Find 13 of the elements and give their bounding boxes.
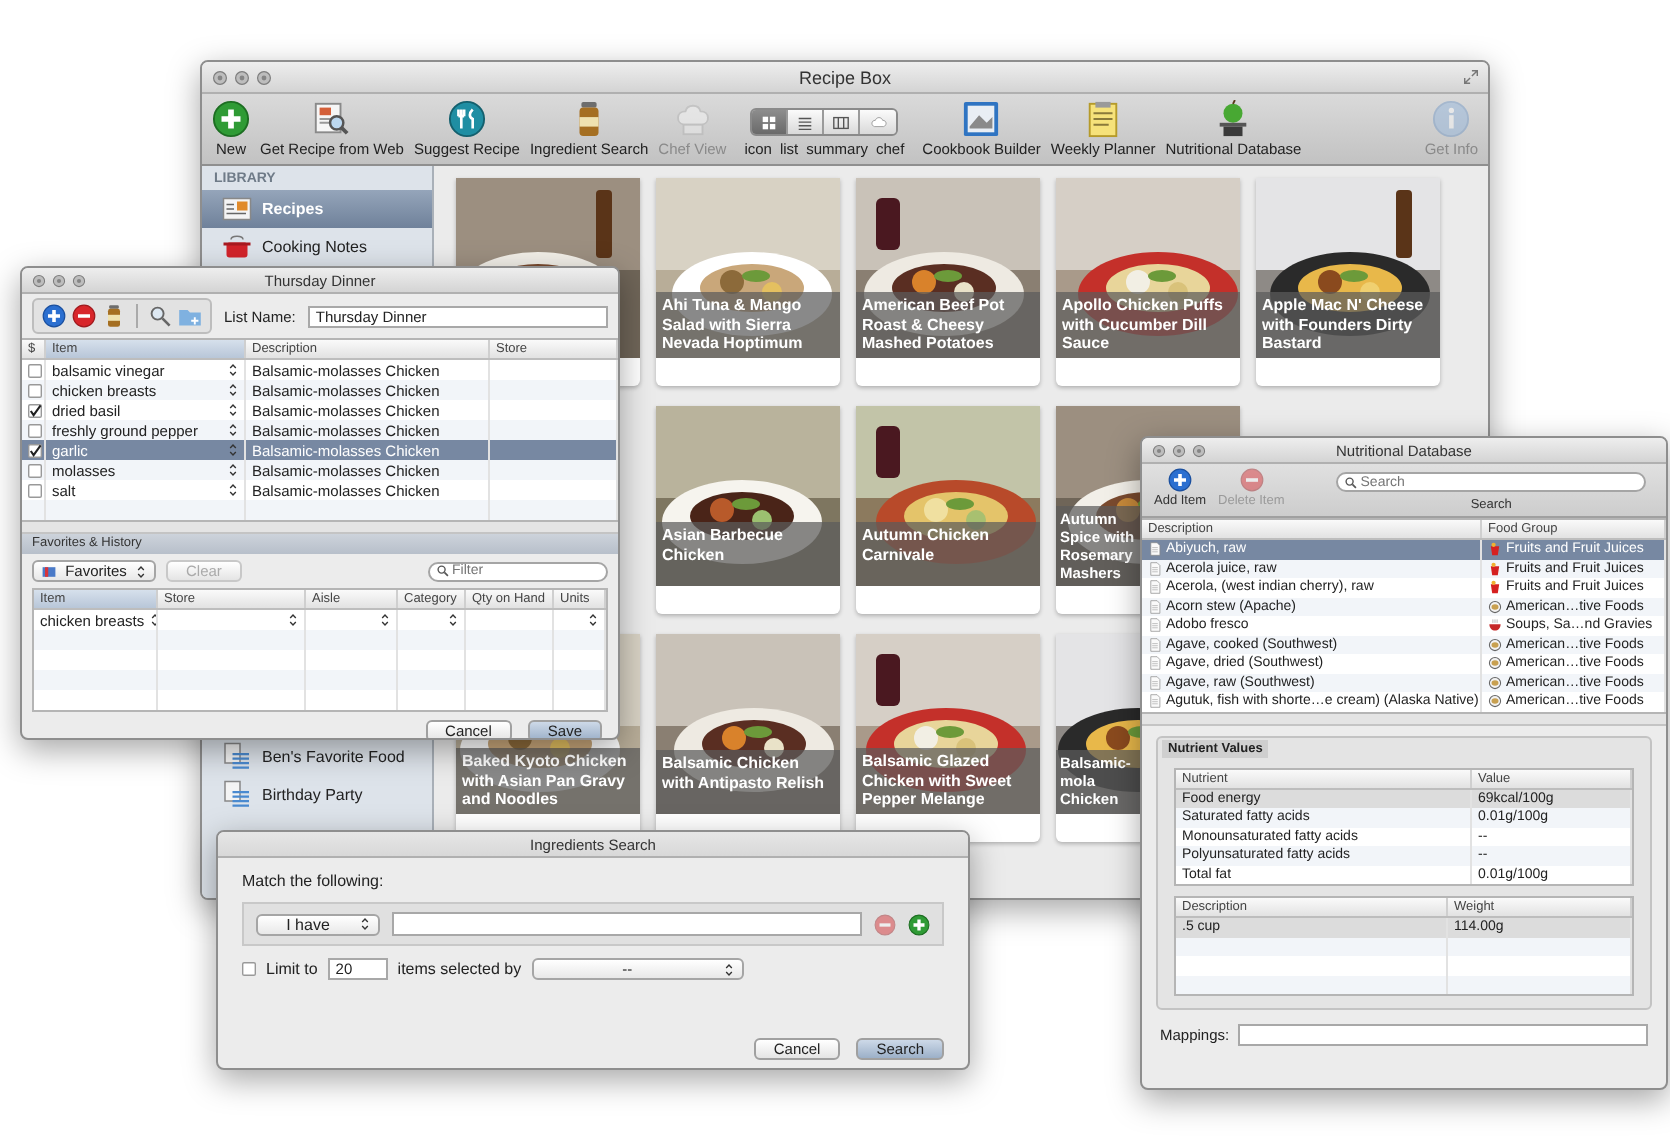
recipe-title: Apple Mac N' Cheese with Founders Dirty Bastard	[1256, 292, 1440, 358]
recipe-title: Balsamic Chicken with Antipasto Relish	[656, 750, 840, 814]
checkbox-label: Limit to	[266, 960, 318, 978]
field-label: items selected by	[397, 960, 522, 978]
recipe-title: Ahi Tuna & Mango Salad with Sierra Nevada Hoptimum	[656, 292, 840, 358]
recipe-title: Balsamic Glazed Chicken with Sweet Pepper Melange	[856, 748, 1040, 814]
recipe-title: Asian Barbecue Chicken	[656, 522, 840, 586]
prompt-text: Match the following:	[242, 872, 386, 890]
recipe-title: Baked Kyoto Chicken with Asian Pan Gravy and Noodles	[456, 748, 640, 814]
recipe-title: Apollo Chicken Puffs with Cucumber Dill Sauce	[1056, 292, 1240, 358]
window-title: Recipe Box	[798, 67, 892, 87]
recipe-title: American Beef Pot Roast & Cheesy Mashed Potatoes	[856, 292, 1040, 358]
recipe-title: Autumn Chicken Carnivale	[856, 522, 1040, 586]
